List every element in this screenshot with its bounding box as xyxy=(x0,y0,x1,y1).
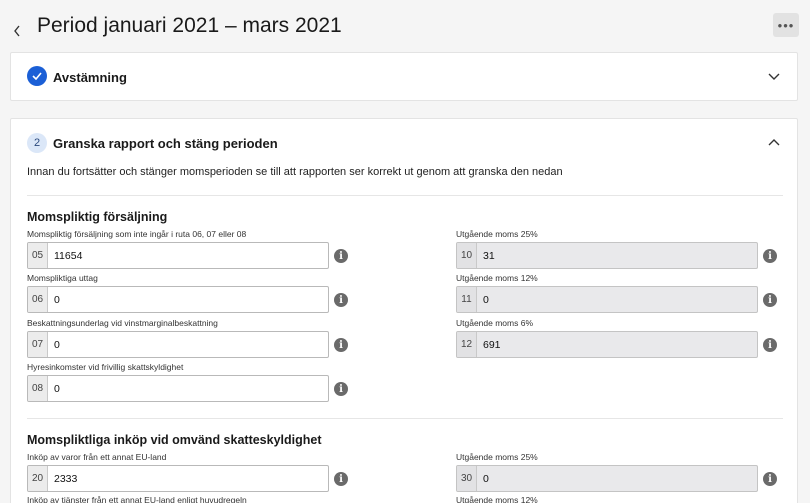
field-value[interactable]: 0 xyxy=(48,332,328,357)
info-icon[interactable]: i xyxy=(334,293,348,307)
more-options-button[interactable]: ••• xyxy=(773,13,799,37)
field-10: 10 31 xyxy=(456,242,758,269)
info-icon[interactable]: i xyxy=(763,293,777,307)
field-label-11: Utgående moms 12% xyxy=(456,273,538,283)
field-20[interactable]: 20 2333 xyxy=(27,465,329,492)
field-value: 31 xyxy=(483,249,495,262)
field-05[interactable]: 05 11654 xyxy=(27,242,329,269)
field-code: 11 xyxy=(457,287,477,312)
field-label-05: Momspliktig försäljning som inte ingår i… xyxy=(27,229,247,239)
field-30: 30 0 xyxy=(456,465,758,492)
field-code: 20 xyxy=(28,466,48,491)
field-label-12: Utgående moms 6% xyxy=(456,318,534,328)
checkmark-icon xyxy=(32,72,42,80)
field-label-21: Inköp av tjänster från ett annat EU-land… xyxy=(27,495,247,503)
field-value[interactable]: 0 xyxy=(48,376,328,401)
page-header: Period januari 2021 – mars 2021 ••• xyxy=(0,0,810,52)
field-code: 30 xyxy=(457,466,477,491)
info-icon[interactable]: i xyxy=(334,382,348,396)
field-11: 11 0 xyxy=(456,286,758,313)
step-complete-icon xyxy=(27,66,47,86)
step-reconciliation-title: Avstämning xyxy=(53,70,127,85)
field-code: 08 xyxy=(28,376,48,401)
divider xyxy=(27,195,783,196)
field-code: 10 xyxy=(457,243,477,268)
field-label-10: Utgående moms 25% xyxy=(456,229,538,239)
step-reconciliation-card[interactable]: Avstämning xyxy=(10,52,798,101)
field-label-31: Utgående moms 12% xyxy=(456,495,538,503)
field-value: 0 xyxy=(483,472,489,485)
chevron-up-icon[interactable] xyxy=(767,137,781,147)
field-value[interactable]: 2333 xyxy=(48,466,328,491)
info-icon[interactable]: i xyxy=(763,472,777,486)
info-icon[interactable]: i xyxy=(763,338,777,352)
chevron-down-icon[interactable] xyxy=(767,72,781,82)
review-intro-text: Innan du fortsätter och stänger momsperi… xyxy=(27,166,563,178)
section-title-reverse-charge: Momspliktliga inköp vid omvänd skattesky… xyxy=(27,433,322,447)
info-icon[interactable]: i xyxy=(334,338,348,352)
more-icon: ••• xyxy=(777,17,795,33)
field-value: 0 xyxy=(483,293,489,306)
field-07[interactable]: 07 0 xyxy=(27,331,329,358)
info-icon[interactable]: i xyxy=(334,249,348,263)
back-button[interactable] xyxy=(9,21,25,41)
step-review-card: 2 Granska rapport och stäng perioden Inn… xyxy=(10,118,798,503)
page-title: Period januari 2021 – mars 2021 xyxy=(37,14,342,37)
step-review-title: Granska rapport och stäng perioden xyxy=(53,136,278,151)
field-value[interactable]: 11654 xyxy=(48,243,328,268)
field-label-08: Hyresinkomster vid frivillig skattskyldi… xyxy=(27,362,184,372)
field-label-06: Momspliktiga uttag xyxy=(27,273,98,283)
field-08[interactable]: 08 0 xyxy=(27,375,329,402)
field-code: 12 xyxy=(457,332,477,357)
field-value: 691 xyxy=(483,338,501,351)
field-label-20: Inköp av varor från ett annat EU-land xyxy=(27,452,167,462)
section-title-sales: Momspliktig försäljning xyxy=(27,210,168,224)
chevron-left-icon xyxy=(14,25,20,37)
divider xyxy=(27,418,783,419)
field-06[interactable]: 06 0 xyxy=(27,286,329,313)
step-number-badge: 2 xyxy=(27,133,47,153)
field-label-30: Utgående moms 25% xyxy=(456,452,538,462)
field-code: 07 xyxy=(28,332,48,357)
info-icon[interactable]: i xyxy=(763,249,777,263)
field-label-07: Beskattningsunderlag vid vinstmarginalbe… xyxy=(27,318,218,328)
field-12: 12 691 xyxy=(456,331,758,358)
field-code: 05 xyxy=(28,243,48,268)
field-code: 06 xyxy=(28,287,48,312)
info-icon[interactable]: i xyxy=(334,472,348,486)
field-value[interactable]: 0 xyxy=(48,287,328,312)
